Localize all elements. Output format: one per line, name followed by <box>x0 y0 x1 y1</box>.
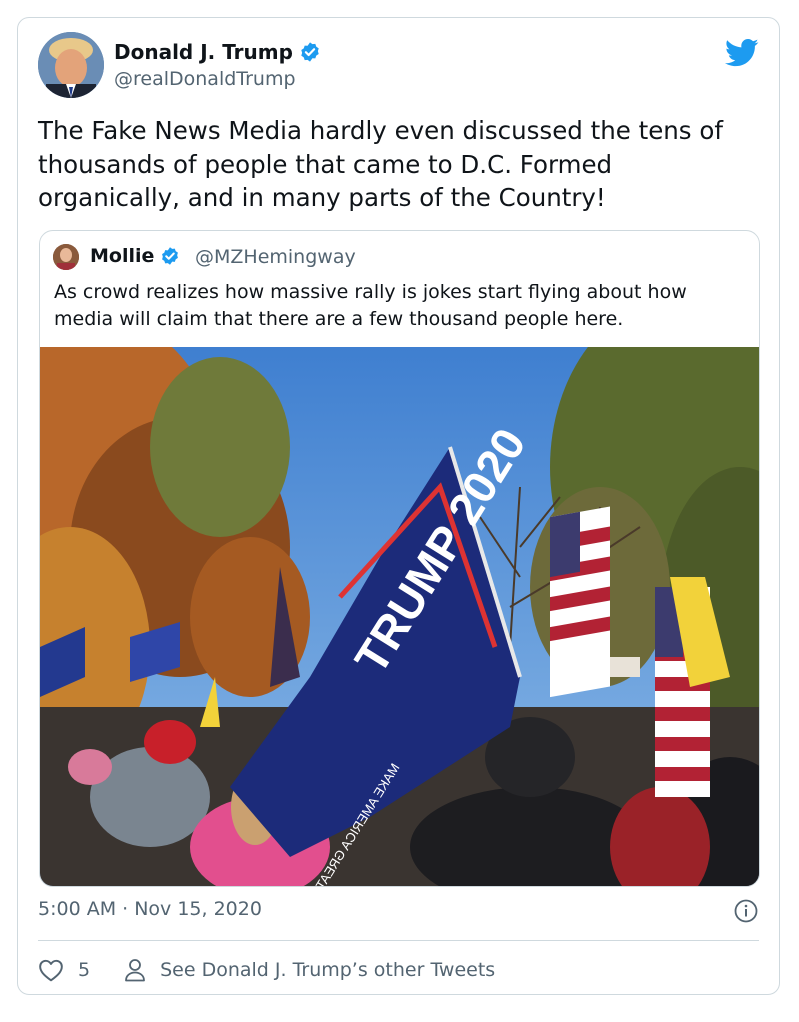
twitter-bird-icon[interactable] <box>725 38 759 68</box>
tweet-text: The Fake News Media hardly even discusse… <box>38 116 723 212</box>
info-icon[interactable] <box>734 899 758 923</box>
person-icon <box>125 959 145 982</box>
quoted-author-avatar[interactable] <box>53 244 79 270</box>
like-count[interactable]: 5 <box>78 959 90 981</box>
quoted-tweet[interactable]: Mollie @MZHemingway As crowd realizes ho… <box>39 230 760 887</box>
us-flag <box>550 506 610 698</box>
author-handle[interactable]: @realDonaldTrump <box>114 68 296 90</box>
quoted-tweet-text: As crowd realizes how massive rally is j… <box>54 281 687 330</box>
author-name[interactable]: Donald J. Trump <box>114 40 293 64</box>
tweet-timestamp[interactable]: 5:00 AM · Nov 15, 2020 <box>38 898 262 920</box>
tweet-actions: 5 See Donald J. Trump’s other Tweets <box>38 956 495 984</box>
quoted-author-name-row[interactable]: Mollie <box>90 245 180 267</box>
rally-photo[interactable]: TRUMP 2020 MAKE AMERICA GREAT AGAIN <box>40 347 759 886</box>
author-avatar[interactable] <box>38 32 104 98</box>
heart-icon[interactable] <box>38 958 64 982</box>
embedded-tweet-card[interactable]: Donald J. Trump @realDonaldTrump The Fak… <box>17 17 780 995</box>
quoted-author-name[interactable]: Mollie <box>90 245 154 267</box>
see-other-tweets-link[interactable]: See Donald J. Trump’s other Tweets <box>160 959 495 981</box>
verified-badge-icon <box>162 247 179 265</box>
verified-badge-icon <box>301 42 319 62</box>
divider <box>38 940 759 941</box>
author-name-row[interactable]: Donald J. Trump <box>114 40 321 64</box>
quoted-author-handle[interactable]: @MZHemingway <box>195 246 356 268</box>
